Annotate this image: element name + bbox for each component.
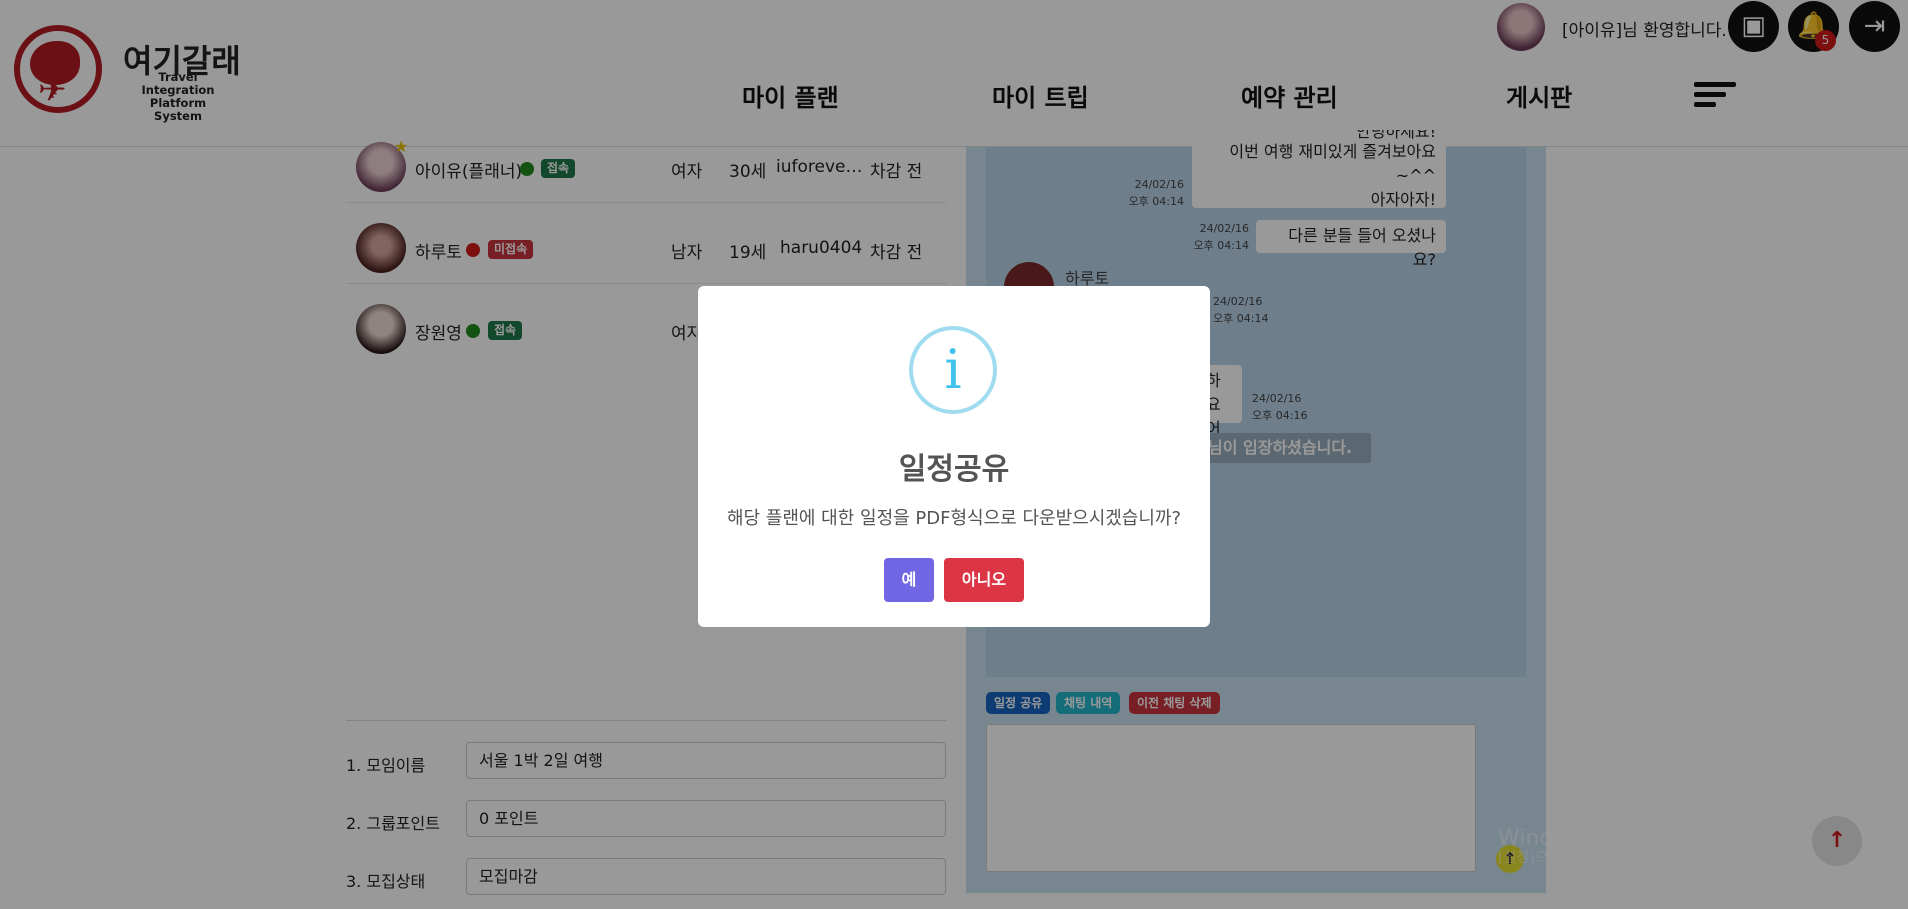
cancel-button[interactable]: 아니오 bbox=[944, 558, 1024, 602]
confirm-button[interactable]: 예 bbox=[884, 558, 934, 602]
dialog-message: 해당 플랜에 대한 일정을 PDF형식으로 다운받으시겠습니까? bbox=[726, 508, 1182, 529]
dialog-title: 일정공유 bbox=[898, 452, 1010, 487]
info-icon: i bbox=[909, 326, 997, 414]
share-schedule-dialog: i 일정공유 해당 플랜에 대한 일정을 PDF형식으로 다운받으시겠습니까? … bbox=[698, 286, 1210, 627]
